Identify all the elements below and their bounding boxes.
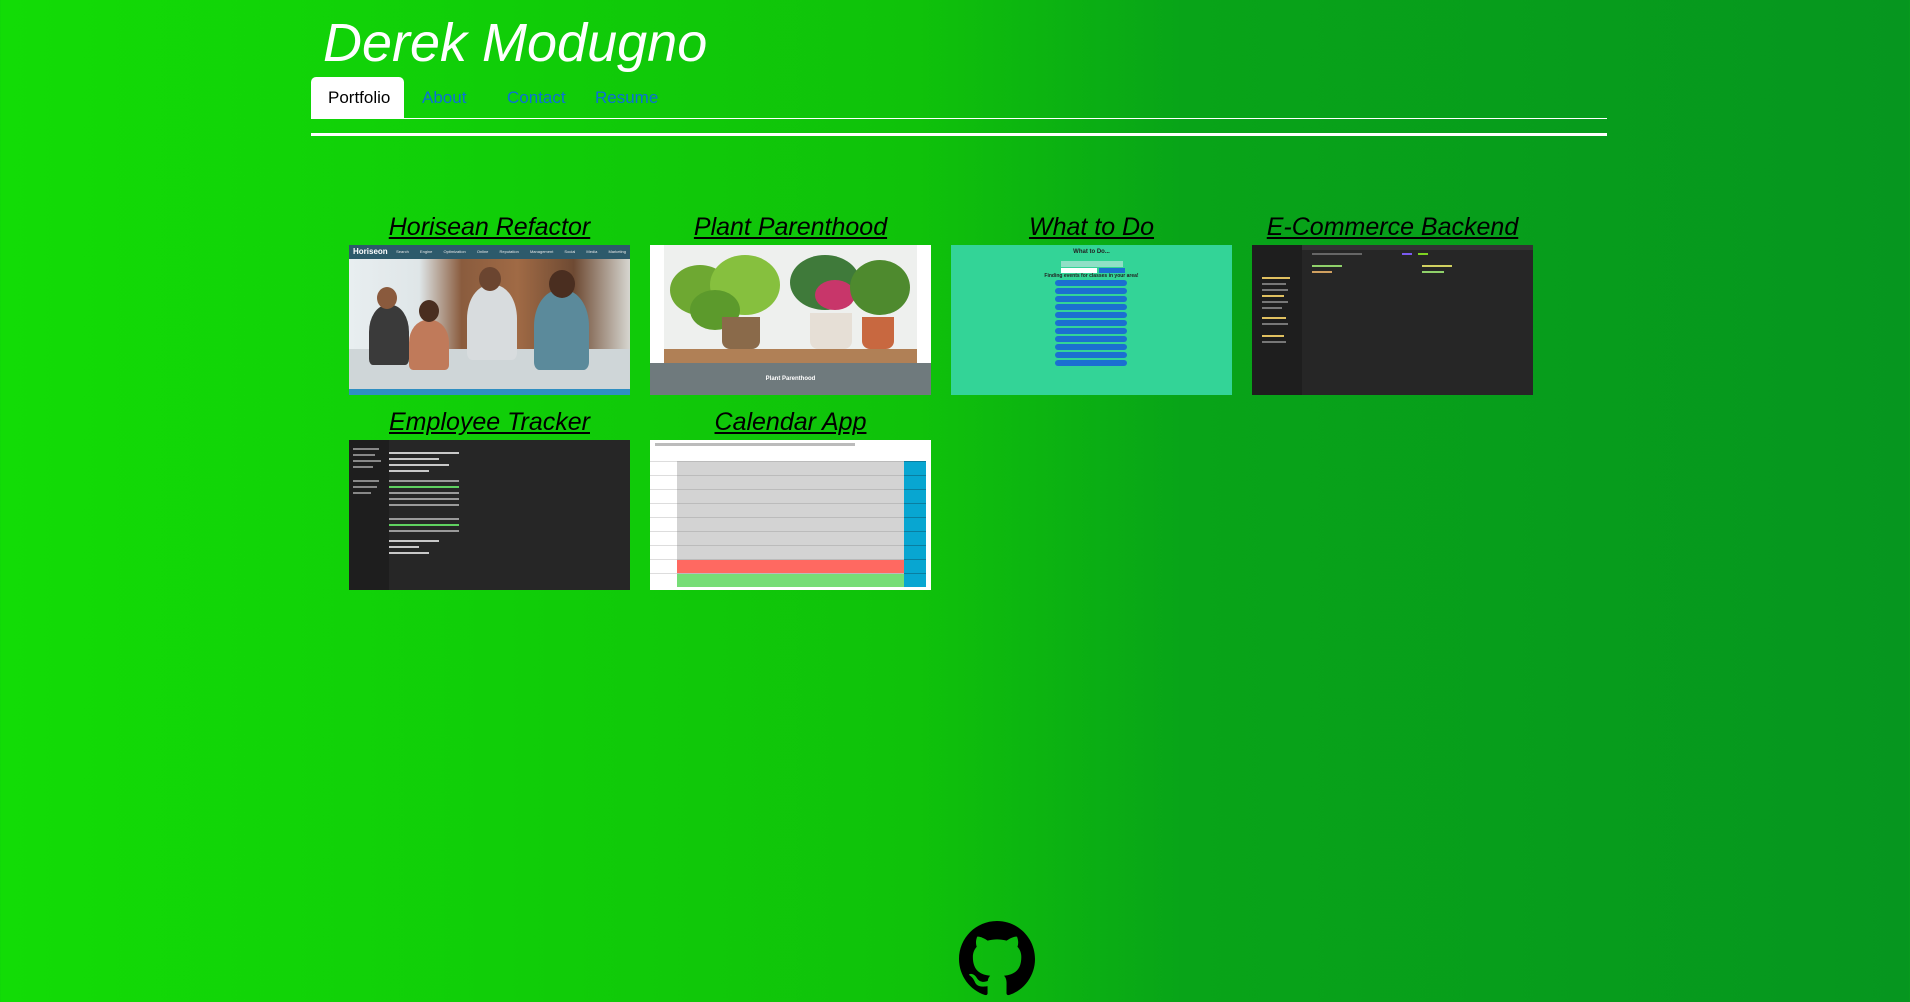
project-link-employee-tracker[interactable]: Employee Tracker: [349, 404, 630, 440]
project-link-e-commerce-backend[interactable]: E-Commerce Backend: [1252, 209, 1533, 245]
project-thumbnail-e-commerce-backend[interactable]: [1252, 245, 1533, 395]
project-card-calendar-app: Calendar App: [650, 404, 931, 590]
site-title: Derek Modugno: [323, 13, 708, 73]
project-thumbnail-horisean[interactable]: Horiseon Search Engine Optimization Onli…: [349, 245, 630, 395]
project-thumbnail-calendar-app[interactable]: [650, 440, 931, 590]
project-card-what-to-do: What to Do What to Do... Finding events …: [951, 209, 1232, 395]
tab-about[interactable]: About: [405, 77, 483, 118]
project-thumbnail-employee-tracker[interactable]: [349, 440, 630, 590]
project-card-e-commerce-backend: E-Commerce Backend: [1252, 209, 1533, 395]
project-link-what-to-do[interactable]: What to Do: [951, 209, 1232, 245]
project-link-calendar-app[interactable]: Calendar App: [650, 404, 931, 440]
header-divider: [311, 133, 1607, 136]
project-thumbnail-plant-parenthood[interactable]: Plant Parenthood: [650, 245, 931, 395]
project-link-plant-parenthood[interactable]: Plant Parenthood: [650, 209, 931, 245]
project-card-horisean: Horisean Refactor Horiseon Search Engine…: [349, 209, 630, 395]
tab-resume[interactable]: Resume: [578, 77, 675, 118]
project-link-horisean[interactable]: Horisean Refactor: [349, 209, 630, 245]
nav-tabs: Portfolio About Contact Resume: [311, 77, 1607, 119]
project-thumbnail-what-to-do[interactable]: What to Do... Finding events for classes…: [951, 245, 1232, 395]
github-icon[interactable]: [959, 921, 1035, 997]
project-card-plant-parenthood: Plant Parenthood Plant Parenthood: [650, 209, 931, 395]
tab-portfolio[interactable]: Portfolio: [311, 77, 404, 118]
project-card-employee-tracker: Employee Tracker: [349, 404, 630, 590]
tab-contact[interactable]: Contact: [490, 77, 583, 118]
